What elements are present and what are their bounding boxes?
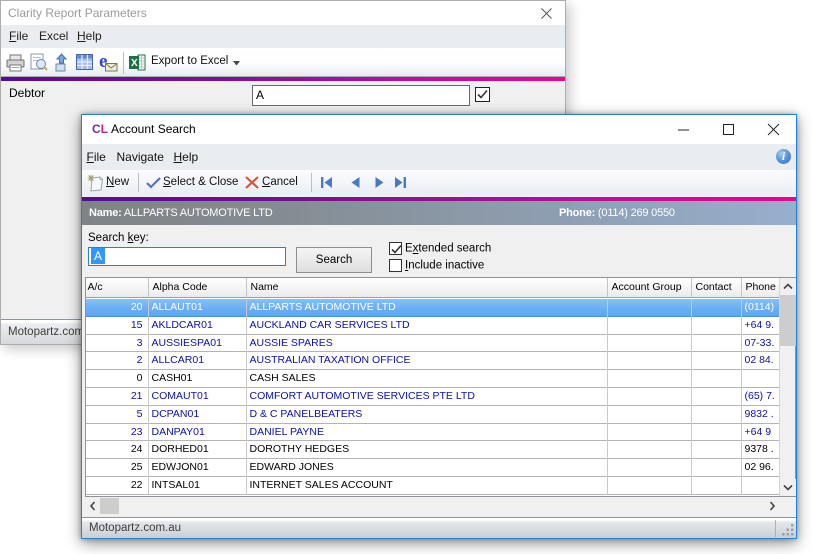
svg-text:X: X [131,58,138,69]
